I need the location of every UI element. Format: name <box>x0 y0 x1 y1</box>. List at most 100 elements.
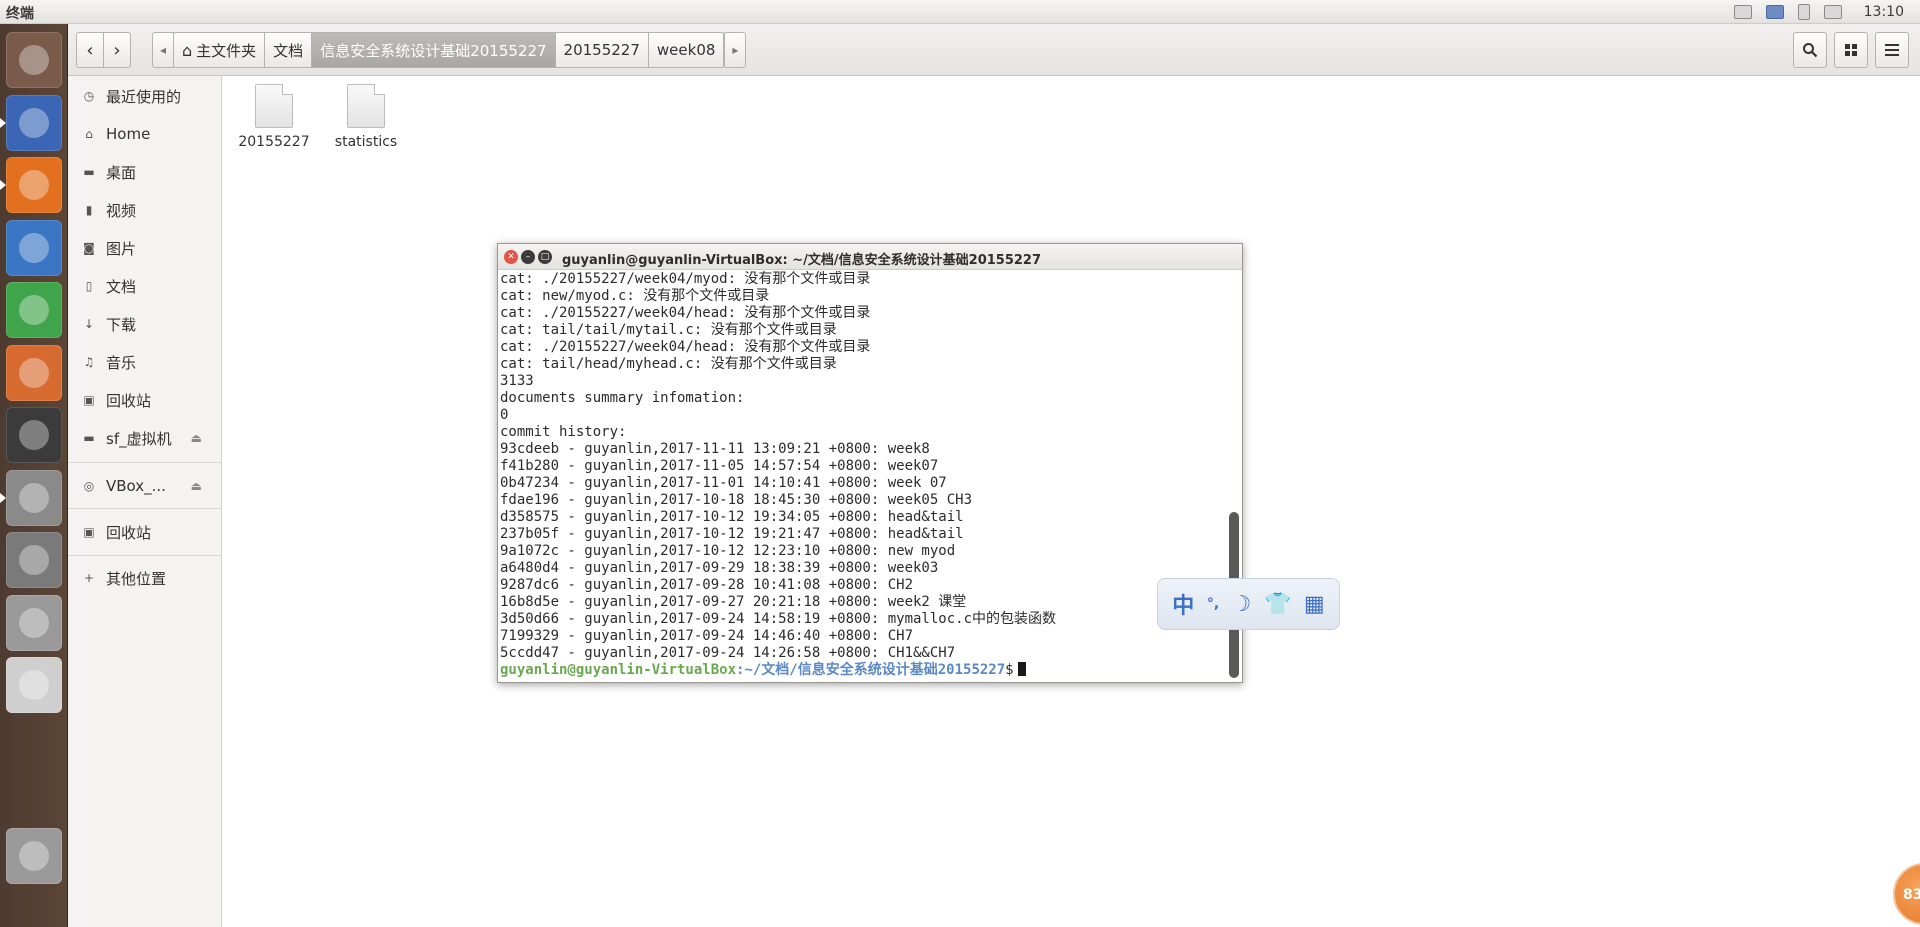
launcher-item[interactable] <box>6 282 62 338</box>
launcher-item[interactable] <box>6 827 62 884</box>
clock[interactable]: 13:10 <box>1864 4 1904 20</box>
prompt-path: :~/文档/信息安全系统设计基础20155227 <box>736 662 1006 678</box>
breadcrumb-item[interactable]: 文档 <box>265 32 313 68</box>
battery-icon[interactable] <box>1797 4 1810 20</box>
chevron-left-icon: ‹ <box>86 39 94 61</box>
network-icon[interactable] <box>1765 5 1784 19</box>
libreoffice-calc-icon <box>19 295 49 325</box>
orb-label: 83 <box>1903 887 1920 903</box>
sidebar-item-label: 回收站 <box>106 391 152 410</box>
path-bar: ⌂ 主文件夹 文档 信息安全系统设计基础20155227 20155227 week08 <box>173 32 725 68</box>
keyboard-icon[interactable] <box>1733 5 1752 19</box>
view-toggle-button[interactable] <box>1834 32 1868 68</box>
terminal-prompt[interactable]: guyanlin@guyanlin-VirtualBox:~/文档/信息安全系统… <box>500 662 1220 679</box>
sidebar-item-label: 文档 <box>106 277 137 296</box>
ime-toolbar[interactable]: 中 °, ☽ 👕 ▦ <box>1157 578 1340 630</box>
maximize-icon[interactable]: □ <box>538 250 552 264</box>
launcher-item[interactable] <box>6 532 62 588</box>
minimize-icon[interactable]: – <box>521 250 535 264</box>
launcher-item[interactable] <box>6 594 62 651</box>
eject-icon[interactable]: ⏏ <box>191 479 202 493</box>
terminal-titlebar[interactable]: ✕ – □ guyanlin@guyanlin-VirtualBox: ~/文档… <box>498 244 1242 270</box>
terminal-line: 16b8d5e - guyanlin,2017-09-27 20:21:18 +… <box>500 594 967 610</box>
ubuntu-dash-icon <box>19 45 49 75</box>
ime-skin-icon[interactable]: 👕 <box>1264 592 1291 617</box>
launcher-item[interactable] <box>6 219 62 276</box>
sidebar-item-label: 其他位置 <box>106 569 167 588</box>
launcher-item[interactable] <box>6 157 62 213</box>
breadcrumb-item[interactable]: 20155227 <box>555 32 649 68</box>
system-settings-icon <box>19 482 49 513</box>
forward-button[interactable]: › <box>103 32 131 68</box>
close-icon[interactable]: ✕ <box>504 250 518 264</box>
file-item[interactable]: 20155227 <box>234 84 314 150</box>
path-scroll-left-button[interactable]: ◂ <box>152 32 174 68</box>
launcher-item[interactable] <box>6 94 62 151</box>
sidebar: ◷ 最近使用的 ⌂ Home ▬ 桌面 ▮ 视频 ◙ 图片 ▯ 文档 ↓ 下载 ♫ 音乐 ▣ 回收站 ▬ sf_虚拟机… <box>68 76 222 927</box>
terminal-line: a6480d4 - guyanlin,2017-09-29 18:38:39 +… <box>500 560 939 576</box>
sidebar-item[interactable]: + 其他位置 <box>68 562 222 594</box>
terminal-line: 93cdeeb - guyanlin,2017-11-11 13:09:21 +… <box>500 441 930 457</box>
breadcrumb-label: 文档 <box>273 41 304 60</box>
file-name: 20155227 <box>238 134 310 150</box>
download-icon: ↓ <box>83 317 95 331</box>
sidebar-item-label: VBox_... <box>106 477 166 495</box>
eject-icon[interactable]: ⏏ <box>191 431 202 445</box>
path-scroll-right-button[interactable]: ▸ <box>724 32 747 68</box>
terminal-line: 3d50d66 - guyanlin,2017-09-24 14:58:19 +… <box>500 611 1057 627</box>
sidebar-item[interactable]: ▣ 回收站 <box>68 516 222 548</box>
scroll-left-icon: ◂ <box>159 43 167 57</box>
sidebar-item[interactable]: ▯ 文档 <box>68 270 222 302</box>
terminal-output[interactable]: cat: ./20155227/week04/myod: 没有那个文件或目录 ca… <box>500 271 1220 681</box>
text-cursor <box>1017 662 1026 676</box>
launcher-item[interactable] <box>6 407 62 463</box>
sidebar-item[interactable]: ↓ 下载 <box>68 308 222 340</box>
running-indicator <box>0 492 6 503</box>
sidebar-item-label: 回收站 <box>106 523 152 542</box>
back-button[interactable]: ‹ <box>76 32 104 68</box>
terminal-line: cat: ./20155227/week04/myod: 没有那个文件或目录 <box>500 271 871 287</box>
firefox-icon <box>19 170 49 200</box>
sidebar-item[interactable]: ▣ 回收站 <box>68 384 222 416</box>
search-button[interactable] <box>1793 32 1827 68</box>
ime-toolbox-icon[interactable]: ▦ <box>1304 592 1325 617</box>
file-item[interactable]: statistics <box>326 84 406 150</box>
sidebar-item[interactable]: ◙ 图片 <box>68 232 222 264</box>
sidebar-item-label: Home <box>106 125 151 143</box>
libreoffice-impress-icon <box>19 232 49 263</box>
dvd-icon <box>19 670 49 700</box>
launcher-item[interactable] <box>6 344 62 401</box>
hamburger-menu-icon <box>1885 44 1899 56</box>
sidebar-item[interactable]: ▮ 视频 <box>68 194 222 226</box>
breadcrumb-item[interactable]: 信息安全系统设计基础20155227 <box>312 32 556 68</box>
sidebar-item[interactable]: ◷ 最近使用的 <box>68 80 222 112</box>
sidebar-item[interactable]: ▬ sf_虚拟机 ⏏ <box>68 422 222 454</box>
prompt-user: guyanlin@guyanlin-VirtualBox <box>500 662 737 678</box>
terminal-window[interactable]: ✕ – □ guyanlin@guyanlin-VirtualBox: ~/文档… <box>497 243 1243 683</box>
files-icon <box>19 107 49 138</box>
amazon-icon <box>19 420 49 450</box>
ime-chinese-mode-icon[interactable]: 中 <box>1172 588 1194 620</box>
breadcrumb-label: 20155227 <box>563 41 640 59</box>
document-icon: ▯ <box>85 279 93 293</box>
sidebar-divider <box>68 462 222 463</box>
ime-halfwidth-icon[interactable]: ☽ <box>1232 592 1252 617</box>
music-icon: ♫ <box>83 355 95 369</box>
sidebar-item[interactable]: ▬ 桌面 <box>68 156 222 188</box>
file-icon <box>347 84 385 128</box>
sidebar-divider <box>68 555 222 556</box>
launcher-item[interactable] <box>6 657 62 713</box>
breadcrumb-item[interactable]: ⌂ 主文件夹 <box>173 32 266 68</box>
home-icon: ⌂ <box>182 40 193 60</box>
breadcrumb-item[interactable]: week08 <box>648 32 725 68</box>
terminal-line: fdae196 - guyanlin,2017-10-18 18:45:30 +… <box>500 492 973 508</box>
sidebar-item[interactable]: ♫ 音乐 <box>68 346 222 378</box>
sidebar-item-label: 桌面 <box>106 163 137 182</box>
launcher-item[interactable] <box>6 469 62 526</box>
launcher-item[interactable] <box>6 32 62 88</box>
sidebar-item[interactable]: ◎ VBox_... ⏏ <box>68 470 222 502</box>
ime-punctuation-icon[interactable]: °, <box>1207 596 1219 612</box>
sidebar-item[interactable]: ⌂ Home <box>68 118 222 150</box>
menu-button[interactable] <box>1875 32 1909 68</box>
display-icon[interactable] <box>1823 5 1842 19</box>
